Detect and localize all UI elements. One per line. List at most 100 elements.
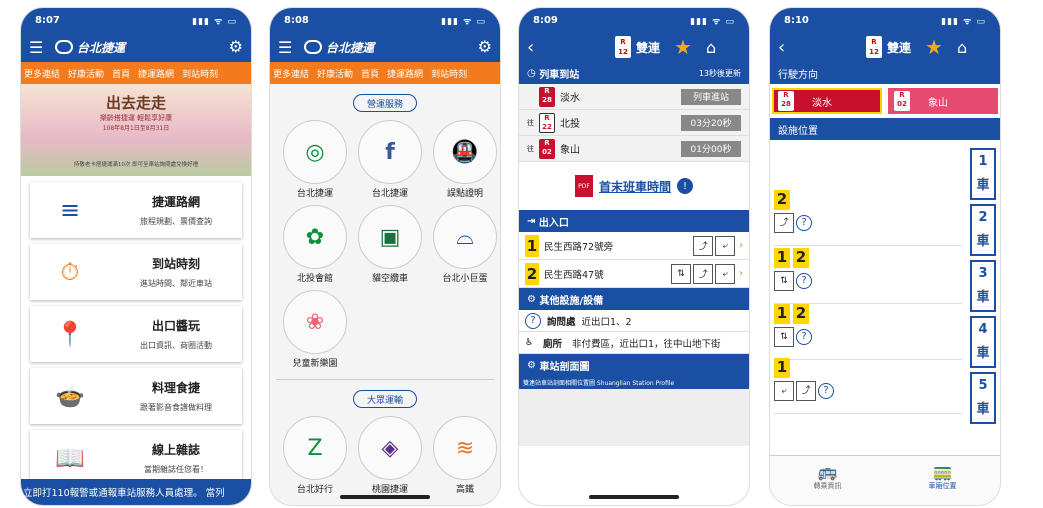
help-icon: ? [796, 273, 812, 289]
direction-button[interactable]: R 02 象山 [888, 88, 998, 114]
link-facebook[interactable]: f 台北捷運 [355, 120, 425, 199]
link-beitou-hall[interactable]: ✿ 北投會館 [280, 205, 350, 284]
tab-promotions[interactable]: 好康活動 [68, 67, 104, 80]
link-taipei-trip[interactable]: Z 台北好行 [280, 416, 350, 495]
car-row: 1 2 ⇅? [774, 304, 962, 360]
car-label: 5 車 [976, 378, 990, 417]
profile-title: 車站剖面圖 [539, 361, 590, 373]
car-2[interactable]: 2 車 [970, 204, 996, 256]
car-1[interactable]: 1 車 [970, 148, 996, 200]
dest-number: 28 [542, 95, 552, 104]
menu-magazine[interactable]: 📖 線上雜誌 當期雜誌任您看！ [30, 430, 242, 486]
menu-icon[interactable]: ☰ [29, 38, 49, 57]
app-logo: 台北捷運 [304, 39, 374, 56]
tab-arrivals[interactable]: 到站時刻 [431, 67, 467, 80]
gondola-icon: ▣ [358, 205, 422, 269]
exit-tag: 2 [793, 248, 809, 268]
train-row: 往 R 02 象山 01分00秒 [519, 136, 749, 162]
exit-row[interactable]: 2 民生西路47號 ⇅ ⤴ ⤶ › [519, 260, 749, 288]
favorite-star-icon[interactable]: ★ [925, 35, 943, 59]
info-icon[interactable]: ! [677, 178, 693, 194]
menu-icon[interactable]: ☰ [278, 38, 298, 57]
gear-icon[interactable]: ⚙ [478, 37, 492, 56]
escalator-icon: ⤴ [693, 235, 714, 256]
bus-icon: 🚌 [817, 462, 838, 481]
tab-more-links[interactable]: 更多連結 [273, 67, 309, 80]
divider [276, 379, 494, 380]
dest-number: 22 [542, 122, 552, 131]
promo-banner[interactable]: 出去走走 樂齡搭捷運 輕鬆享好康 108年8月1日至8月31日 持敬老卡搭捷運滿… [21, 84, 251, 176]
escalator-icon: ⤴ [796, 381, 816, 401]
link-label: 台北捷運 [371, 189, 408, 199]
tab-more-links[interactable]: 更多連結 [24, 67, 60, 80]
arrival-status: 01分00秒 [681, 140, 741, 157]
link-delay-proof[interactable]: 🚇 誤點證明 [430, 120, 500, 199]
exit-tag: 2 [793, 304, 809, 324]
clock: 8:09 [533, 14, 558, 26]
link-maokong[interactable]: ▣ 貓空纜車 [355, 205, 425, 284]
banner-date: 108年8月1日至8月31日 [102, 125, 170, 132]
chevron-right-icon: › [739, 268, 743, 279]
back-icon[interactable]: ‹ [778, 37, 796, 58]
back-icon[interactable]: ‹ [527, 37, 545, 58]
nav-transfer[interactable]: 🚌 轉乘資訊 [770, 456, 885, 505]
main-menu: ≡ 捷運路網 旅程規劃、票價查詢 ⏱ 到站時刻 進站時間、鄰近車站 📍 出口醬玩 出口資訊、… [21, 176, 251, 498]
car-5[interactable]: 5 車 [970, 372, 996, 424]
menu-arrivals[interactable]: ⏱ 到站時刻 進站時間、鄰近車站 [30, 244, 242, 300]
phone-home: 8:07 ▮▮▮ ᯤ ▭ ☰ 台北捷運 ⚙ 更多連結 好康活動 首頁 捷運路網 到… [21, 8, 251, 505]
dest-line: R [544, 86, 550, 95]
app-logo: 台北捷運 [55, 39, 125, 56]
link-taoyuan-metro[interactable]: ◈ 桃園捷運 [355, 416, 425, 495]
menu-exits[interactable]: 📍 出口醬玩 出口資訊、商圈活動 [30, 306, 242, 362]
status-icons: ▮▮▮ ᯤ ▭ [192, 16, 237, 27]
home-icon[interactable]: ⌂ [957, 38, 967, 57]
gear-icon[interactable]: ⚙ [229, 37, 243, 56]
menu-recipes[interactable]: 🍲 料理食捷 跟著影音食譜做料理 [30, 368, 242, 424]
elevator-icon: ⇅ [774, 327, 794, 347]
tab-home[interactable]: 首頁 [112, 67, 130, 80]
escalator-icon: ⤴ [774, 213, 794, 233]
dest-line: R [544, 138, 550, 147]
news-ticker[interactable]: 立即打110報警或通報車站服務人員處理。 當列 [21, 479, 251, 505]
tab-arrivals[interactable]: 到站時刻 [182, 67, 218, 80]
menu-title: 出口醬玩 [151, 319, 200, 333]
exits-title: 出入口 [538, 217, 569, 229]
facility-row: ♿ 廁所 非付費區，近出口1，往中山地下街 [519, 332, 749, 354]
tab-home[interactable]: 首頁 [361, 67, 379, 80]
train-row: R 28 淡水 列車進站 [519, 84, 749, 110]
phone-car-position: 8:10 ▮▮▮ ᯤ ▭ ‹ R 12 雙連 ★ ⌂ 行駛方向 R 28 淡水 R 02 象… [770, 8, 1000, 505]
home-icon[interactable]: ⌂ [706, 38, 716, 57]
car-label: 1 車 [976, 154, 990, 193]
exit-name: 民生西路72號旁 [544, 241, 614, 253]
facility-position-header: 設施位置 [770, 118, 1000, 140]
station-profile-image[interactable]: 雙連站車站剖面相關位置圖 Shuanglian Station Profile [519, 376, 749, 446]
direction-button[interactable]: R 28 淡水 [772, 88, 882, 114]
clock-icon: ◷ [527, 67, 540, 79]
link-taipei-metro[interactable]: ◎ 台北捷運 [280, 120, 350, 199]
menu-network[interactable]: ≡ 捷運路網 旅程規劃、票價查詢 [30, 182, 242, 238]
tab-network[interactable]: 捷運路網 [387, 67, 423, 80]
banner-subtitle: 樂齡搭捷運 輕鬆享好康 [99, 114, 173, 122]
exit-tag: 1 [774, 248, 790, 268]
exit-row[interactable]: 1 民生西路72號旁 ⤴ ⤶ › [519, 232, 749, 260]
link-label: 台北好行 [296, 485, 333, 495]
nav-car-position[interactable]: 🚃 車廂位置 [885, 456, 1000, 505]
facilities-title: 其他設施/設備 [539, 295, 604, 307]
link-arena[interactable]: ⌓ 台北小巨蛋 [430, 205, 500, 284]
beitou-logo-icon: ✿ [283, 205, 347, 269]
menu-title: 料理食捷 [151, 381, 200, 395]
link-hsr[interactable]: ≋ 高鐵 [430, 416, 500, 495]
station-name: 雙連 [636, 40, 661, 55]
arena-icon: ⌓ [433, 205, 497, 269]
car-label: 4 車 [976, 322, 990, 361]
timetable-link[interactable]: 首末班車時間 [599, 178, 671, 195]
tab-network[interactable]: 捷運路網 [138, 67, 174, 80]
car-3[interactable]: 3 車 [970, 260, 996, 312]
tab-promotions[interactable]: 好康活動 [317, 67, 353, 80]
exits-header: ⇥ 出入口 [519, 210, 749, 232]
link-childrens-park[interactable]: ❀ 兒童新樂園 [280, 290, 350, 369]
dir-line: R [899, 91, 905, 99]
car-4[interactable]: 4 車 [970, 316, 996, 368]
dest-badge: R 28 [539, 86, 555, 107]
favorite-star-icon[interactable]: ★ [674, 35, 692, 59]
